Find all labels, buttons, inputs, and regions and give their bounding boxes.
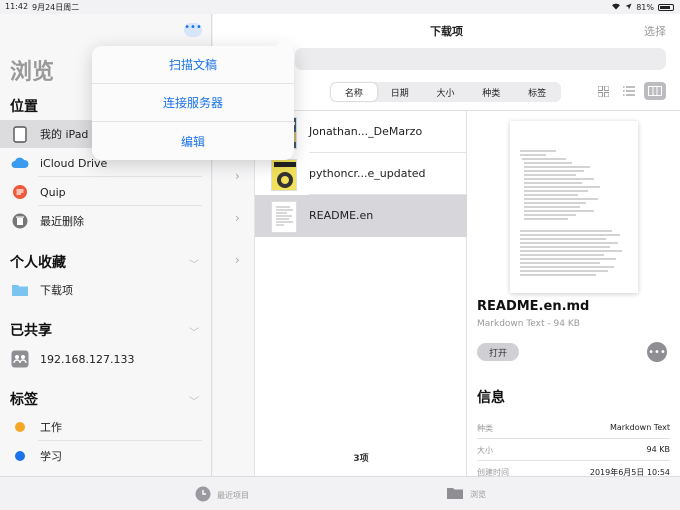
tab-browse[interactable]: 浏览 [446,486,486,502]
sidebar-item-recently-deleted[interactable]: 最近删除 [0,207,211,235]
sort-tab-name[interactable]: 名称 [331,83,377,101]
sidebar-item-quip[interactable]: Quip [0,178,211,206]
detail-file-name: README.en.md [477,299,590,314]
trash-icon [11,212,29,230]
sidebar-item-label: 下载项 [40,284,73,297]
sidebar-item-label: 我的 iPad [40,128,89,141]
ipad-icon [11,125,29,143]
chevron-right-icon[interactable]: › [235,211,240,225]
status-time: 11:42 [5,2,29,11]
parent-column: › › › [213,111,255,476]
sort-tab-tags[interactable]: 标签 [514,83,560,101]
info-value: Markdown Text [609,423,670,432]
status-date: 9月24日周二 [32,3,80,12]
open-button[interactable]: 打开 [477,343,519,361]
sort-tab-size[interactable]: 大小 [423,83,469,101]
clock-icon [195,486,211,504]
search-field[interactable] [295,48,666,70]
section-tags[interactable]: 标签 [10,389,38,409]
divider [38,176,202,177]
page-title: 下载项 [430,25,463,38]
tab-label: 最近项目 [217,490,249,500]
menu-item-connect-server[interactable]: 连接服务器 [92,84,294,122]
chevron-down-icon[interactable]: ﹀ [189,393,199,408]
info-row-kind: 种类 Markdown Text [477,417,670,439]
more-actions-button[interactable]: ••• [647,342,667,362]
detail-column: README.en.md Markdown Text - 94 KB 打开 ••… [467,111,680,477]
info-key: 种类 [477,424,493,433]
battery-icon [658,3,674,11]
sidebar-item-tag-study[interactable]: 学习 [0,442,211,470]
sidebar-title: 浏览 [10,60,55,85]
tag-blue-dot-icon [11,447,29,465]
status-right: 81% [611,2,674,12]
cloud-icon [11,154,29,172]
section-shared[interactable]: 已共享 [10,320,52,340]
file-name: Jonathan..._DeMarzo [309,125,423,138]
file-name: pythoncr...e_updated [309,167,426,180]
info-value: 94 KB [646,445,670,454]
tag-orange-dot-icon [11,418,29,436]
location-icon [625,3,632,12]
sidebar-item-label: 最近删除 [40,215,84,228]
tab-bar: 最近项目 浏览 [0,476,680,510]
divider [38,440,202,441]
document-preview[interactable] [510,121,638,293]
sort-tab-date[interactable]: 日期 [377,83,423,101]
info-key: 大小 [477,446,493,455]
folder-icon [11,281,29,299]
section-favorites[interactable]: 个人收藏 [10,252,66,272]
chevron-right-icon[interactable]: › [235,253,240,267]
folder-icon [446,486,464,502]
sidebar-item-tag-work[interactable]: 工作 [0,413,211,441]
sort-tab-kind[interactable]: 种类 [468,83,514,101]
file-list-column: Jonathan..._DeMarzo pythoncr...e_updated… [255,111,467,476]
file-row-selected[interactable]: README.en [255,195,467,237]
sidebar-item-label: 192.168.127.133 [40,352,135,366]
menu-item-edit[interactable]: 编辑 [92,122,294,160]
sidebar-item-label: Quip [40,185,66,199]
column-view-icon[interactable] [644,82,666,100]
status-bar: 11:42 9月24日周二 81% [0,0,680,14]
chevron-down-icon[interactable]: ﹀ [189,256,199,271]
wifi-icon [611,2,621,12]
tab-label: 浏览 [470,489,486,499]
chevron-down-icon[interactable]: ﹀ [189,324,199,339]
files-app: 11:42 9月24日周二 81% ••• 浏览 位置 我的 iPad iClo… [0,0,680,510]
sidebar-item-label: 学习 [40,450,62,463]
detail-file-meta: Markdown Text - 94 KB [477,319,580,329]
file-name: README.en [309,209,374,222]
menu-item-scan-documents[interactable]: 扫描文稿 [92,46,294,84]
info-row-size: 大小 94 KB [477,439,670,461]
grid-view-icon[interactable] [592,82,614,100]
more-options-menu: 扫描文稿 连接服务器 编辑 [92,37,295,160]
tab-recents[interactable]: 最近项目 [195,486,249,504]
quip-icon [11,183,29,201]
sidebar-item-label: 工作 [40,421,62,434]
section-locations: 位置 [10,99,38,115]
book-thumbnail [271,159,297,191]
item-count: 3项 [353,454,369,464]
sidebar-item-downloads[interactable]: 下载项 [0,276,211,304]
divider [38,205,202,206]
chevron-right-icon[interactable]: › [235,169,240,183]
document-thumbnail [271,201,297,233]
info-heading: 信息 [477,390,505,406]
battery-percent: 81% [636,2,654,12]
server-icon [11,350,29,368]
select-button[interactable]: 选择 [644,23,666,39]
sidebar-item-server[interactable]: 192.168.127.133 [0,345,211,373]
list-view-icon[interactable] [618,82,640,100]
sort-segmented-control: 名称 日期 大小 种类 标签 [330,82,561,102]
more-options-button[interactable]: ••• [184,23,202,37]
